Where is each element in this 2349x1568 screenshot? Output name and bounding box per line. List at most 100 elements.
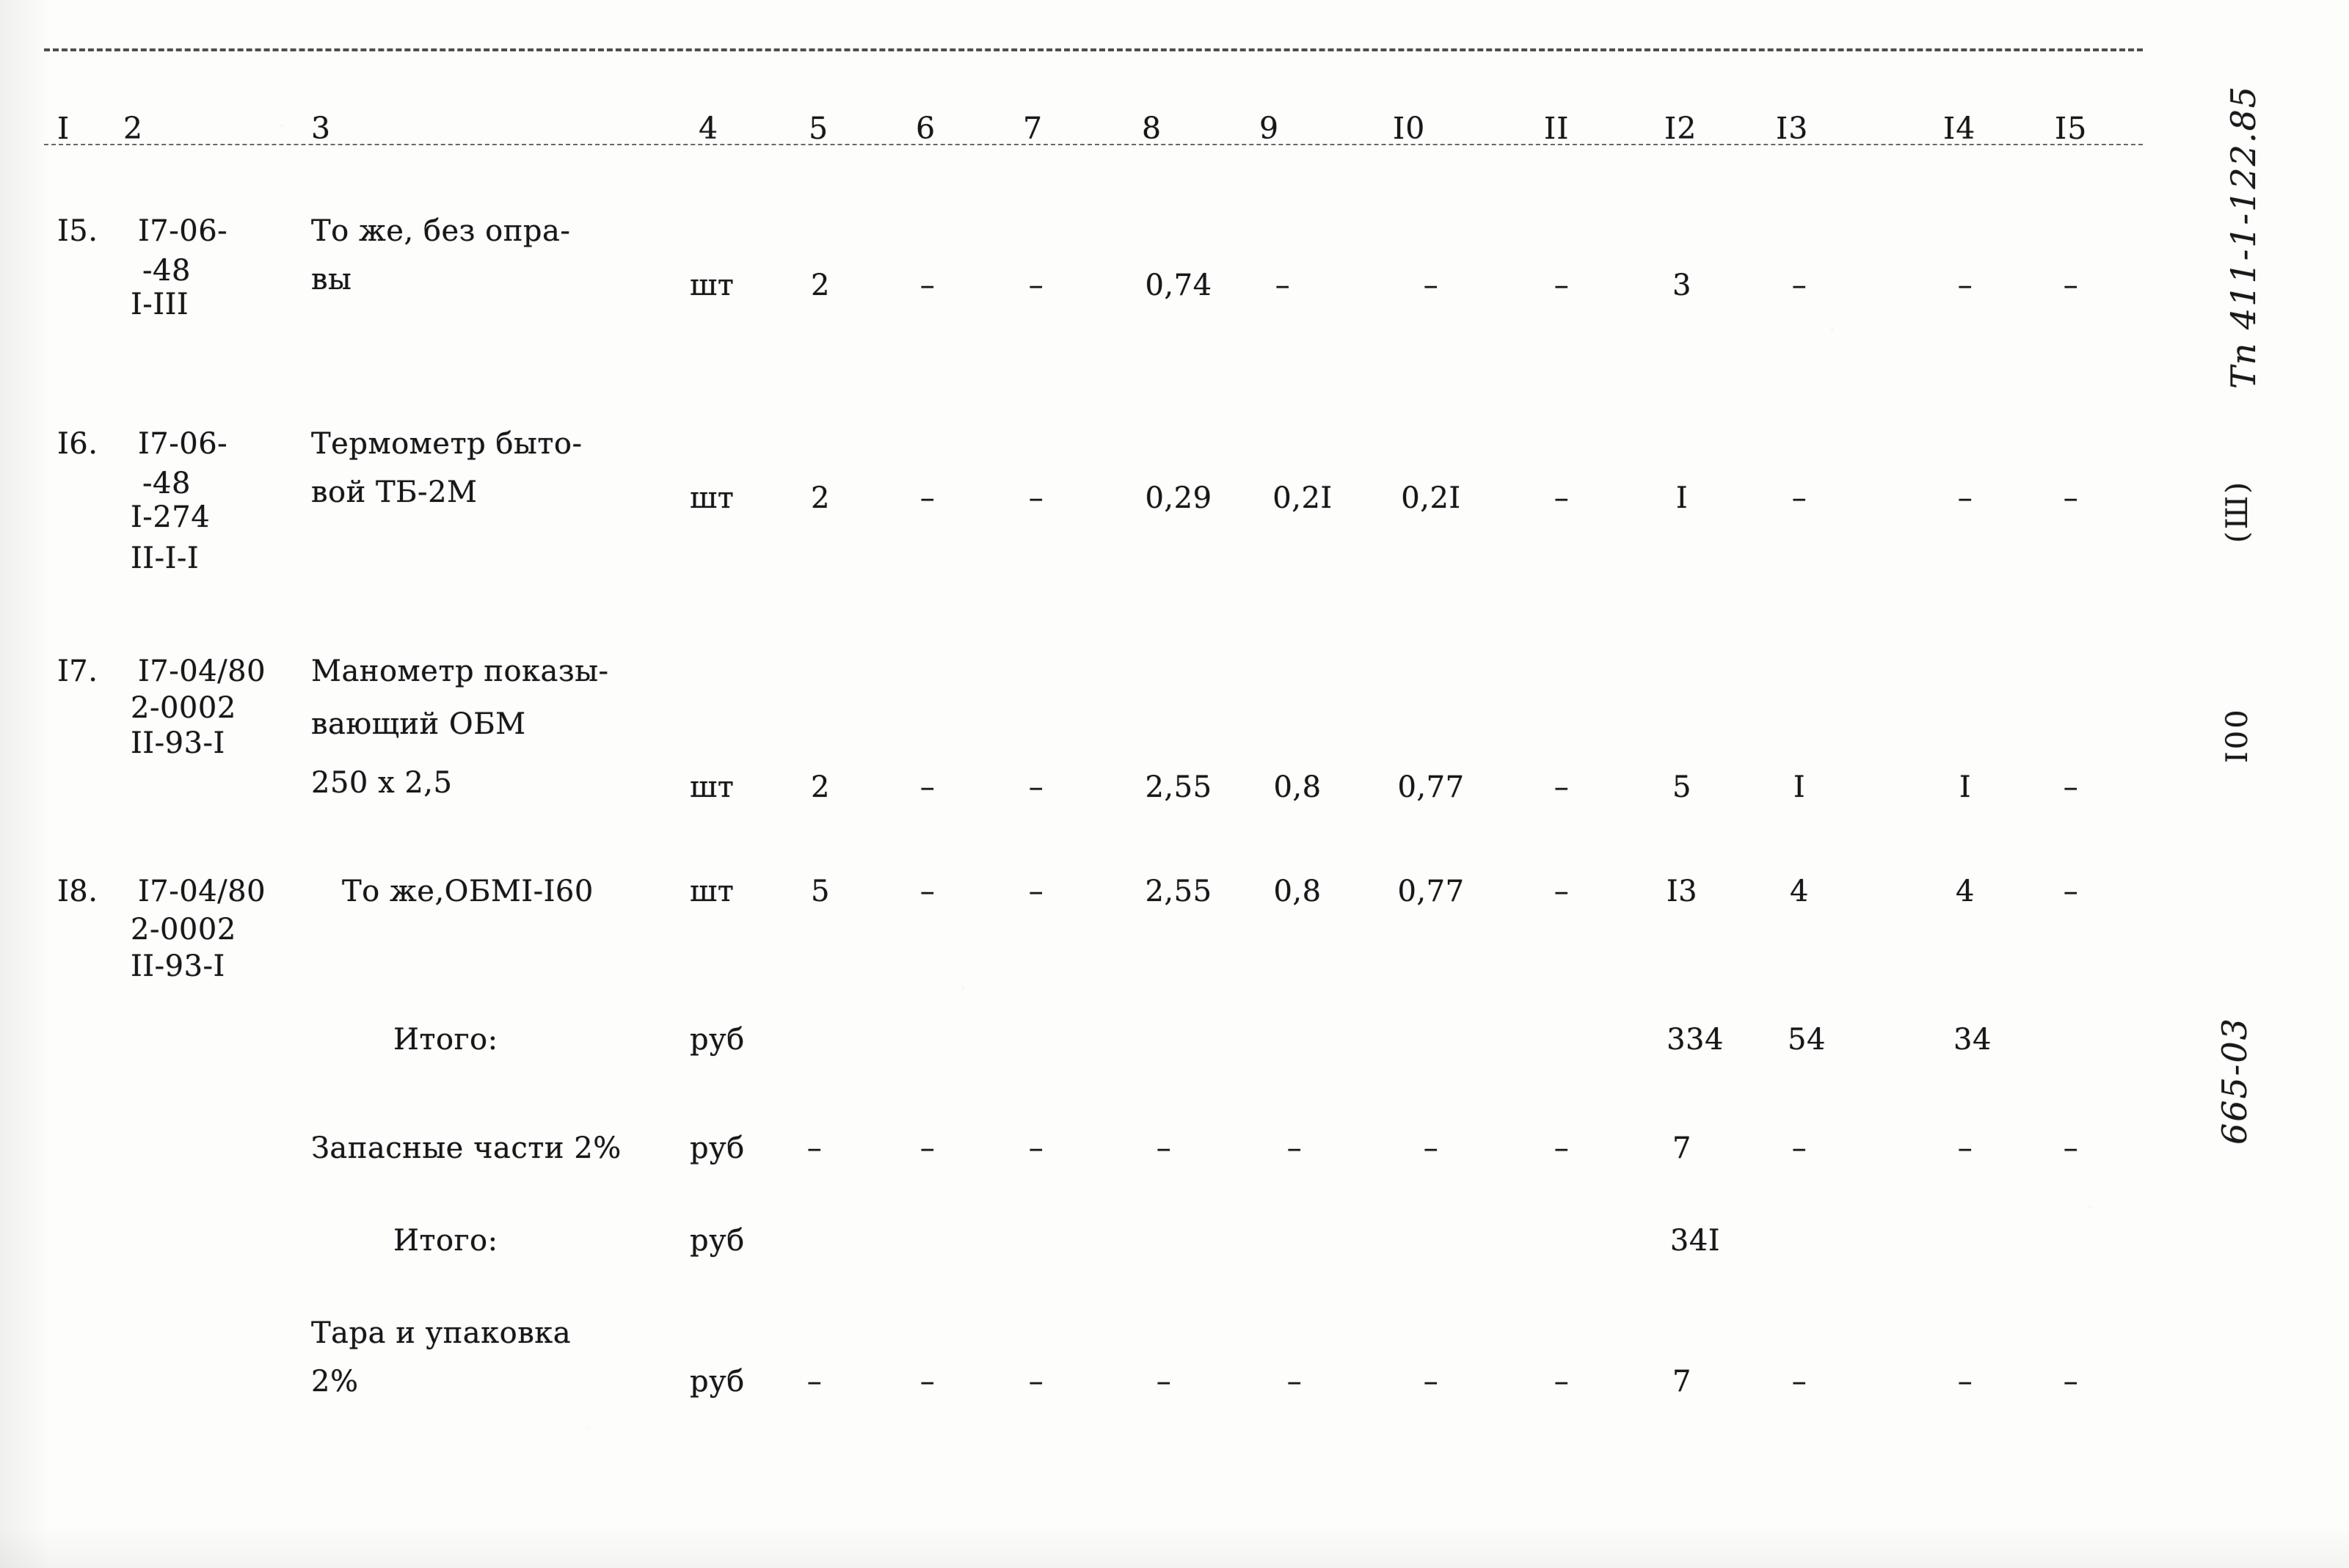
row-code-line: 2-0002 [131,913,236,947]
row-value: I [1793,770,1806,804]
total-value: – [2063,1131,2079,1165]
row-value: – [1957,269,1973,302]
col-header-14: I4 [1943,111,1976,146]
row-value: I [1959,770,1972,804]
total-value: – [806,1365,823,1399]
row-value: – [1554,875,1570,908]
total-unit: руб [690,1224,745,1258]
row-code-line: II-93-I [131,949,225,983]
total-value: – [1156,1365,1172,1399]
total-label: Итого: [393,1224,498,1258]
row-value: 0,77 [1397,770,1465,804]
col-header-6: 6 [916,111,936,146]
row-value: – [1275,269,1291,302]
row-value: 2,55 [1145,875,1212,908]
total-unit: руб [690,1365,745,1399]
total-unit: руб [690,1023,745,1057]
row-value: – [919,481,936,515]
row-value: 0,8 [1273,770,1322,804]
row-value: – [1791,481,1807,515]
col-header-11: II [1544,111,1570,146]
row-code-line: I7-04/80 [138,654,266,688]
row-unit: шт [690,481,735,515]
row-value: – [2063,481,2079,515]
row-value: – [1423,269,1439,302]
total-value: 334 [1667,1023,1724,1057]
total-value: – [1028,1131,1044,1165]
total-unit: руб [690,1131,745,1165]
total-value: – [1286,1365,1303,1399]
margin-spec-suffix: (Ш) [2221,480,2254,543]
row-value: – [919,269,936,302]
row-name-line: То же,ОБМI-I60 [342,875,594,908]
page-number: I00 [2221,707,2254,763]
row-code-line: I7-06- [138,427,228,461]
row-value: – [919,770,936,804]
total-value: – [2063,1365,2079,1399]
total-label: Запасные части 2% [311,1131,622,1165]
total-value: – [919,1365,936,1399]
row-value: 0,2I [1272,481,1333,515]
total-value: – [1028,1365,1044,1399]
row-value: – [1957,481,1973,515]
total-value: – [1957,1131,1973,1165]
row-name-line: Термометр быто- [311,427,583,461]
row-value: 0,77 [1397,875,1465,908]
row-code-line: I7-04/80 [138,875,266,908]
row-value: – [1554,770,1570,804]
col-header-10: I0 [1393,111,1426,146]
row-code-line: II-93-I [131,726,225,760]
row-value: 4 [1790,875,1809,908]
row-value: – [919,875,936,908]
col-header-5: 5 [809,111,829,146]
total-value: – [1791,1365,1807,1399]
row-value: – [2063,269,2079,302]
row-code-line: I-III [131,288,189,321]
row-value: 0,74 [1145,269,1212,302]
row-value: 4 [1956,875,1975,908]
col-header-3: 3 [311,111,332,146]
row-value: – [1028,269,1044,302]
row-value: I [1675,481,1689,515]
total-value: – [919,1131,936,1165]
row-value: 0,2I [1401,481,1461,515]
row-value: – [1554,269,1570,302]
row-value: 2 [811,770,830,804]
total-value: – [1554,1365,1570,1399]
total-value: 34 [1953,1023,1992,1057]
row-value: 0,8 [1273,875,1322,908]
col-header-13: I3 [1776,111,1809,146]
row-value: 5 [1672,770,1691,804]
row-value: – [1791,269,1807,302]
row-code-line: 2-0002 [131,691,236,725]
row-value: 2 [811,269,830,302]
col-header-7: 7 [1023,111,1044,146]
margin-archive-code: 665-03 [2215,1017,2254,1145]
row-unit: шт [690,770,735,804]
table-header-rule [44,144,2143,145]
total-value: – [1286,1131,1303,1165]
total-value: – [1423,1131,1439,1165]
row-value: – [2063,875,2079,908]
col-header-12: I2 [1664,111,1697,146]
row-index: I6. [57,427,98,461]
total-value: – [1957,1365,1973,1399]
total-label-line: Тара и упаковка [311,1316,572,1350]
row-value: 2 [811,481,830,515]
row-index: I8. [57,875,98,908]
row-value: 0,29 [1145,481,1212,515]
col-header-9: 9 [1259,111,1280,146]
scanned-page: I 2 3 4 5 6 7 8 9 I0 II I2 I3 I4 I5 I5. … [0,0,2349,1568]
row-name-line: То же, без опра- [311,214,571,248]
row-index: I7. [57,654,98,688]
row-unit: шт [690,875,735,908]
row-value: – [1028,770,1044,804]
total-value: 34I [1669,1224,1721,1258]
total-value: – [1423,1365,1439,1399]
total-value: 54 [1788,1023,1826,1057]
total-value: – [806,1131,823,1165]
row-name-line: Манометр показы- [311,654,609,688]
row-unit: шт [690,269,735,302]
total-label-line: 2% [311,1365,359,1399]
row-name-line: вой ТБ-2М [311,475,478,509]
